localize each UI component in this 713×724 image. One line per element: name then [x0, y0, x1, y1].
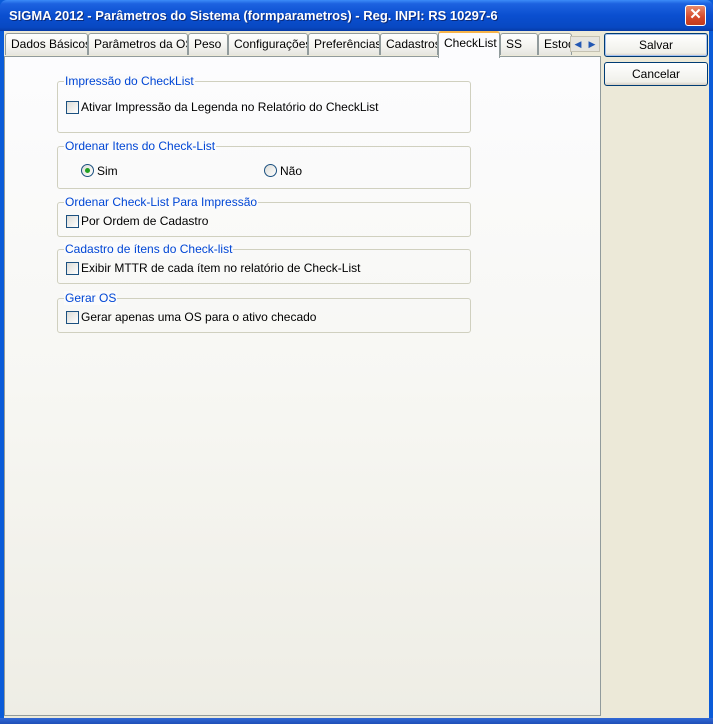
tab-scroll-control: ◀ ▶	[570, 36, 600, 52]
tab-ss[interactable]: SS	[500, 33, 538, 55]
close-button[interactable]: ✕	[685, 5, 706, 26]
save-button[interactable]: Salvar	[604, 33, 708, 57]
tab-cadastros[interactable]: Cadastros	[380, 33, 438, 55]
checkbox-gerar-uma-os[interactable]	[66, 311, 79, 324]
tab-configuracoes[interactable]: Configurações	[228, 33, 308, 55]
group-title: Ordenar Itens do Check-List	[64, 139, 217, 153]
tab-estoque[interactable]: Estoque	[538, 33, 572, 55]
group-impressao-checklist: Impressão do CheckList Ativar Impressão …	[57, 74, 471, 133]
checklist-tab-page: Impressão do CheckList Ativar Impressão …	[4, 56, 601, 716]
tab-strip: Dados Básicos Parâmetros da OS Peso Conf…	[4, 31, 604, 58]
checkbox-ordem-cadastro[interactable]	[66, 215, 79, 228]
tab-preferencias[interactable]: Preferências	[308, 33, 380, 55]
group-title: Gerar OS	[64, 291, 118, 305]
close-icon: ✕	[689, 6, 702, 23]
checkbox-label[interactable]: Exibir MTTR de cada ítem no relatório de…	[81, 261, 360, 275]
cancel-button[interactable]: Cancelar	[604, 62, 708, 86]
tab-peso[interactable]: Peso	[188, 33, 228, 55]
radio-label-nao[interactable]: Não	[280, 164, 302, 178]
window-title: SIGMA 2012 - Parâmetros do Sistema (form…	[9, 8, 498, 23]
group-cadastro-itens: Cadastro de ítens do Check-list Exibir M…	[57, 242, 471, 284]
tab-dados-basicos[interactable]: Dados Básicos	[5, 33, 88, 55]
tab-checklist[interactable]: CheckList	[438, 31, 500, 58]
group-ordenar-itens: Ordenar Itens do Check-List Sim Não	[57, 139, 471, 189]
taskbar-strip	[0, 718, 713, 724]
chevron-right-icon[interactable]: ▶	[585, 37, 599, 51]
checkbox-exibir-mttr[interactable]	[66, 262, 79, 275]
group-gerar-os: Gerar OS Gerar apenas uma OS para o ativ…	[57, 291, 471, 333]
radio-nao[interactable]	[264, 164, 277, 177]
radio-label-sim[interactable]: Sim	[97, 164, 118, 178]
chevron-left-icon[interactable]: ◀	[571, 37, 585, 51]
main-window: SIGMA 2012 - Parâmetros do Sistema (form…	[0, 0, 713, 724]
group-title: Ordenar Check-List Para Impressão	[64, 195, 259, 209]
title-bar[interactable]: SIGMA 2012 - Parâmetros do Sistema (form…	[0, 0, 713, 31]
client-area: Dados Básicos Parâmetros da OS Peso Conf…	[4, 31, 709, 720]
group-title: Impressão do CheckList	[64, 74, 195, 88]
button-panel: Salvar Cancelar	[601, 31, 709, 720]
group-ordenar-impressao: Ordenar Check-List Para Impressão Por Or…	[57, 195, 471, 237]
checkbox-label[interactable]: Gerar apenas uma OS para o ativo checado	[81, 310, 316, 324]
group-title: Cadastro de ítens do Check-list	[64, 242, 234, 256]
radio-sim[interactable]	[81, 164, 94, 177]
checkbox-label[interactable]: Ativar Impressão da Legenda no Relatório…	[81, 100, 379, 114]
checkbox-label[interactable]: Por Ordem de Cadastro	[81, 214, 208, 228]
tab-parametros-os[interactable]: Parâmetros da OS	[88, 33, 188, 55]
checkbox-legenda[interactable]	[66, 101, 79, 114]
